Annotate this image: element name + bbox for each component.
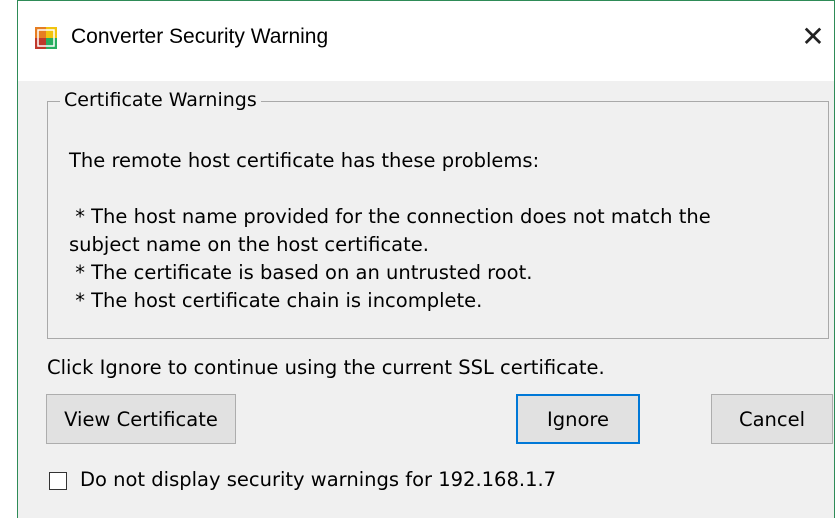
title-bar: Converter Security Warning ✕ [18, 1, 834, 81]
info-text: Click Ignore to continue using the curre… [47, 356, 605, 379]
close-icon: ✕ [801, 19, 825, 53]
warning-item: * The host name provided for the connect… [69, 205, 711, 228]
close-button[interactable]: ✕ [796, 19, 830, 53]
suppress-warnings-label[interactable]: Do not display security warnings for 192… [80, 468, 556, 491]
window-title: Converter Security Warning [71, 25, 329, 48]
warning-item: subject name on the host certificate. [69, 233, 429, 256]
ignore-button[interactable]: Ignore [516, 394, 640, 444]
group-legend: Certificate Warnings [60, 89, 261, 111]
warning-item: * The certificate is based on an untrust… [69, 261, 533, 284]
suppress-warnings-checkbox[interactable] [49, 472, 67, 490]
view-certificate-button[interactable]: View Certificate [46, 394, 236, 444]
warning-intro: The remote host certificate has these pr… [69, 149, 540, 172]
security-warning-dialog: Converter Security Warning ✕ Certificate… [17, 0, 835, 518]
certificate-warnings-group: Certificate Warnings The remote host cer… [47, 89, 829, 339]
converter-app-icon [35, 27, 57, 49]
warning-item: * The host certificate chain is incomple… [69, 289, 483, 312]
cancel-button[interactable]: Cancel [711, 394, 833, 444]
